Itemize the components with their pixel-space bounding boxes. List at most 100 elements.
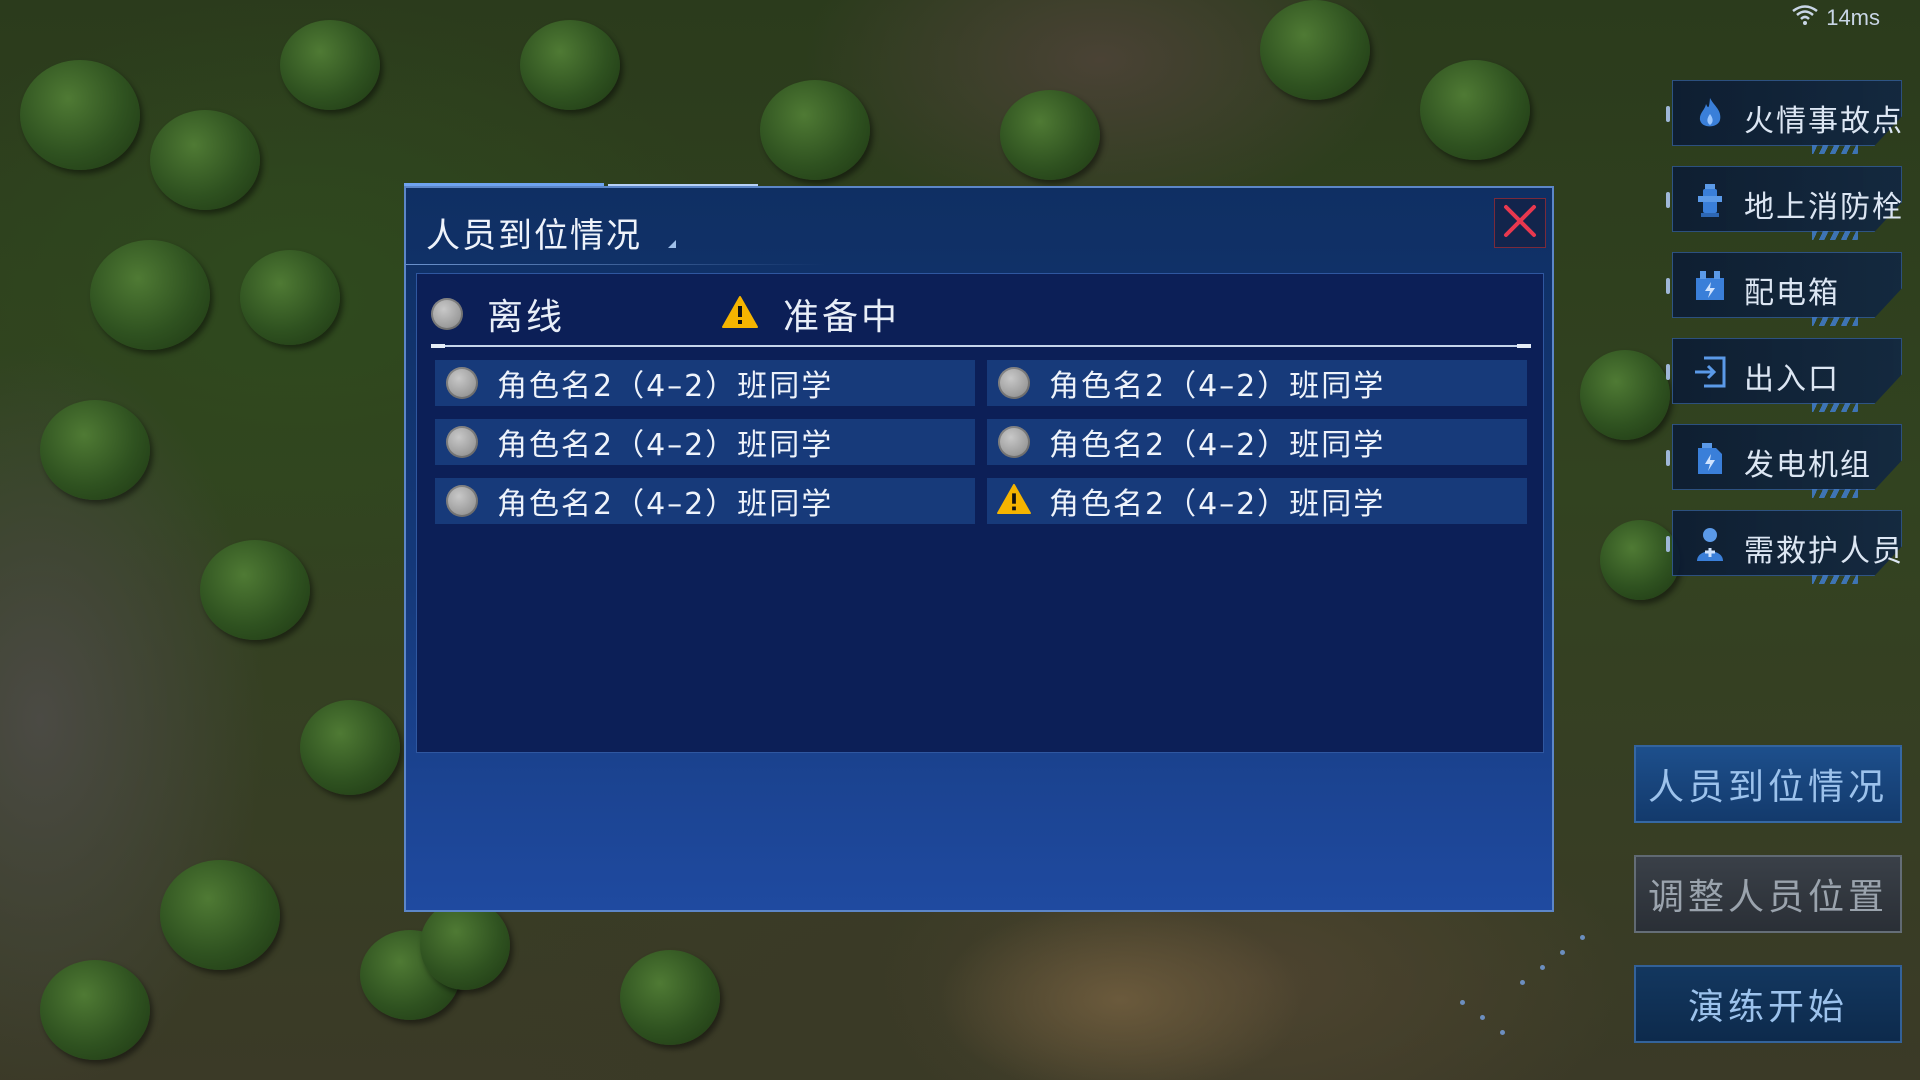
member-name: 角色名2（4–2）班同学 <box>497 369 834 404</box>
rescue-person-icon <box>1692 526 1728 562</box>
power-box-icon <box>1692 268 1728 304</box>
path-dot <box>1520 980 1525 985</box>
member-row[interactable]: 角色名2（4–2）班同学 <box>987 419 1527 465</box>
path-dot <box>1500 1030 1505 1035</box>
side-item-label: 配电箱 <box>1744 276 1840 311</box>
path-dot <box>1580 935 1585 940</box>
side-item-stripes <box>1812 145 1858 154</box>
side-item-label: 火情事故点 <box>1744 104 1904 139</box>
ping-value: 14ms <box>1826 5 1880 30</box>
map-tree <box>40 400 150 500</box>
member-name: 角色名2（4–2）班同学 <box>1049 369 1386 404</box>
side-item-edge <box>1666 364 1670 380</box>
side-item-label: 地上消防栓 <box>1744 190 1904 225</box>
side-item-generator[interactable]: 发电机组 <box>1666 414 1902 500</box>
map-tree <box>160 860 280 970</box>
path-dot <box>1480 1015 1485 1020</box>
side-item-label: 出入口 <box>1744 362 1840 397</box>
side-item-rescue-person[interactable]: 需救护人员 <box>1666 500 1904 586</box>
network-status: 14ms <box>1792 4 1880 32</box>
offline-dot-icon <box>998 426 1030 458</box>
side-item-power-box[interactable]: 配电箱 <box>1666 242 1902 328</box>
member-status <box>997 425 1031 459</box>
side-item-edge <box>1666 278 1670 294</box>
warning-icon <box>996 483 1032 519</box>
member-row[interactable]: 角色名2（4–2）班同学 <box>435 419 975 465</box>
map-tree <box>1260 0 1370 100</box>
map-tree <box>420 900 510 990</box>
path-dot <box>1560 950 1565 955</box>
side-item-exit[interactable]: 出入口 <box>1666 328 1902 414</box>
legend-preparing-label: 准备中 <box>783 297 901 338</box>
adjust-position-button[interactable]: 调整人员位置 <box>1634 855 1902 933</box>
close-button[interactable] <box>1494 198 1546 248</box>
dialog-title: 人员到位情况 <box>426 216 642 256</box>
side-item-label: 发电机组 <box>1744 448 1872 483</box>
map-tree <box>40 960 150 1060</box>
map-tree <box>300 700 400 795</box>
offline-dot-icon <box>446 426 478 458</box>
side-item-stripes <box>1812 575 1858 584</box>
dialog-content: 离线 准备中 角色名2（4–2）班同学 角色名2（4–2）班同学 角色名2（4– <box>416 273 1544 753</box>
exit-icon <box>1692 354 1728 390</box>
offline-dot-icon <box>446 367 478 399</box>
title-corner-mark <box>668 240 676 248</box>
start-drill-button[interactable]: 演练开始 <box>1634 965 1902 1043</box>
member-status <box>445 484 479 518</box>
map-tree <box>1000 90 1100 180</box>
side-item-edge <box>1666 106 1670 122</box>
warning-icon <box>721 295 759 333</box>
map-tree <box>20 60 140 170</box>
title-underline <box>406 264 826 265</box>
legend-divider <box>431 344 1531 348</box>
side-item-stripes <box>1812 489 1858 498</box>
side-item-edge <box>1666 192 1670 208</box>
map-tree <box>1600 520 1680 600</box>
member-name: 角色名2（4–2）班同学 <box>497 487 834 522</box>
map-tree <box>520 20 620 110</box>
map-tree <box>620 950 720 1045</box>
wifi-icon <box>1792 4 1818 32</box>
member-row[interactable]: 角色名2（4–2）班同学 <box>435 360 975 406</box>
member-name: 角色名2（4–2）班同学 <box>497 428 834 463</box>
member-status <box>997 366 1031 400</box>
map-tree <box>90 240 210 350</box>
legend-offline-label: 离线 <box>487 297 566 338</box>
member-row[interactable]: 角色名2（4–2）班同学 <box>987 478 1527 524</box>
member-row[interactable]: 角色名2（4–2）班同学 <box>435 478 975 524</box>
side-item-stripes <box>1812 317 1858 326</box>
member-name: 角色名2（4–2）班同学 <box>1049 487 1386 522</box>
side-item-label: 需救护人员 <box>1744 534 1904 569</box>
generator-icon <box>1692 440 1728 476</box>
map-tree <box>200 540 310 640</box>
offline-dot-icon <box>998 367 1030 399</box>
member-status <box>996 483 1032 519</box>
close-icon <box>1500 201 1540 245</box>
path-dot <box>1460 1000 1465 1005</box>
map-tree <box>1420 60 1530 160</box>
map-tree <box>280 20 380 110</box>
map-tree <box>240 250 340 345</box>
legend-preparing: 准备中 <box>721 288 900 340</box>
member-row[interactable]: 角色名2（4–2）班同学 <box>987 360 1527 406</box>
personnel-status-button[interactable]: 人员到位情况 <box>1634 745 1902 823</box>
offline-dot-icon <box>431 298 463 330</box>
legend-offline: 离线 <box>431 288 721 340</box>
side-item-stripes <box>1812 403 1858 412</box>
status-legend: 离线 准备中 <box>431 284 1521 344</box>
member-list: 角色名2（4–2）班同学 角色名2（4–2）班同学 角色名2（4–2）班同学 角… <box>435 360 1527 524</box>
map-tree <box>760 80 870 180</box>
member-status <box>445 425 479 459</box>
path-dot <box>1540 965 1545 970</box>
map-tree <box>150 110 260 210</box>
personnel-status-dialog: 人员到位情况 离线 准备中 角色名2（4–2）班同学 角色名2（4–2）班同学 … <box>404 186 1554 912</box>
member-status <box>445 366 479 400</box>
side-item-fire-point[interactable]: 火情事故点 <box>1666 70 1904 156</box>
hydrant-icon <box>1692 182 1728 218</box>
side-item-edge <box>1666 536 1670 552</box>
side-item-hydrant[interactable]: 地上消防栓 <box>1666 156 1904 242</box>
side-item-edge <box>1666 450 1670 466</box>
member-name: 角色名2（4–2）班同学 <box>1049 428 1386 463</box>
map-tree <box>1580 350 1670 440</box>
side-item-stripes <box>1812 231 1858 240</box>
